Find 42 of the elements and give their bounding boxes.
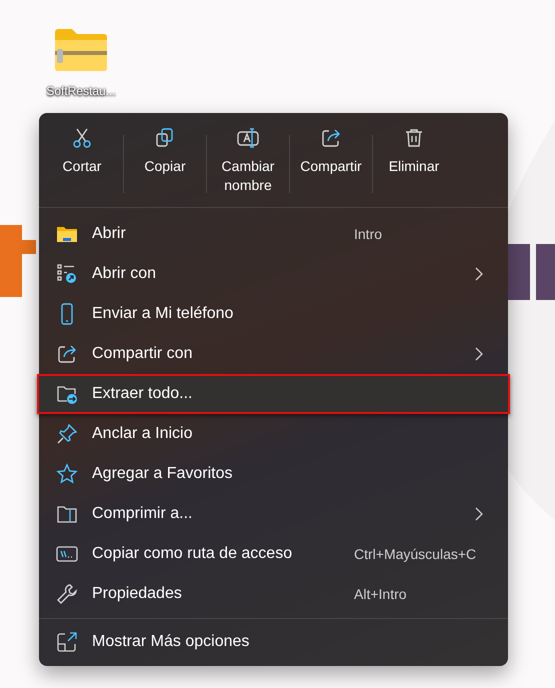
shortcut-text: Ctrl+Mayúsculas+C [354, 546, 478, 562]
file-name: SoftRestau... [46, 84, 116, 98]
pin-icon [56, 423, 78, 445]
rename-icon [237, 127, 259, 149]
menu-item-label: Compartir con [92, 345, 194, 363]
scissors-icon [71, 127, 93, 149]
toolbar-button[interactable]: Eliminar [373, 123, 455, 199]
menu-item[interactable]: Anclar a Inicio [39, 414, 508, 454]
menu-item-label: Abrir [92, 225, 127, 243]
menu-item-label: Propiedades [92, 585, 183, 603]
toolbar-button[interactable]: Copiar [124, 123, 206, 199]
menu-item[interactable]: Mostrar Más opciones [39, 622, 508, 662]
menu-item-label: Enviar a Mi teléfono [92, 305, 234, 323]
menu-item-label: Copiar como ruta de acceso [92, 545, 294, 563]
menu-item[interactable]: Extraer todo... [37, 374, 510, 414]
menu-item[interactable]: Comprimir a... [39, 494, 508, 534]
share-icon [56, 343, 78, 365]
menu-item[interactable]: Copiar como ruta de acceso Ctrl+Mayúsculas+C [39, 534, 508, 574]
menu-item-label: Anclar a Inicio [92, 425, 194, 443]
menu-item-label: Comprimir a... [92, 505, 194, 523]
menu-item[interactable]: Compartir con [39, 334, 508, 374]
open-with-icon [56, 263, 78, 285]
wrench-icon [56, 583, 78, 605]
toolbar-button[interactable]: Cortar [41, 123, 123, 199]
menu-item[interactable]: Abrir Intro [39, 214, 508, 254]
menu-item-label: Mostrar Más opciones [92, 633, 250, 651]
menu-item[interactable]: Agregar a Favoritos [39, 454, 508, 494]
menu-item-label: Extraer todo... [92, 385, 194, 403]
toolbar-button[interactable]: Compartir [290, 123, 372, 199]
zip-folder-icon[interactable] [53, 28, 109, 72]
menu-item[interactable]: Enviar a Mi teléfono [39, 294, 508, 334]
trash-icon [403, 127, 425, 149]
menu-item[interactable]: Abrir con [39, 254, 508, 294]
menu-item[interactable]: Propiedades Alt+Intro [39, 574, 508, 614]
menu-item-label: Abrir con [92, 265, 158, 283]
menu-item-label: Agregar a Favoritos [92, 465, 234, 483]
shortcut-text: Intro [354, 226, 384, 242]
star-icon [56, 463, 78, 485]
share-icon [320, 127, 342, 149]
toolbar-button[interactable]: Cambiar nombre [207, 123, 289, 199]
expand-icon [56, 631, 78, 653]
shortcut-text: Alt+Intro [354, 586, 408, 602]
